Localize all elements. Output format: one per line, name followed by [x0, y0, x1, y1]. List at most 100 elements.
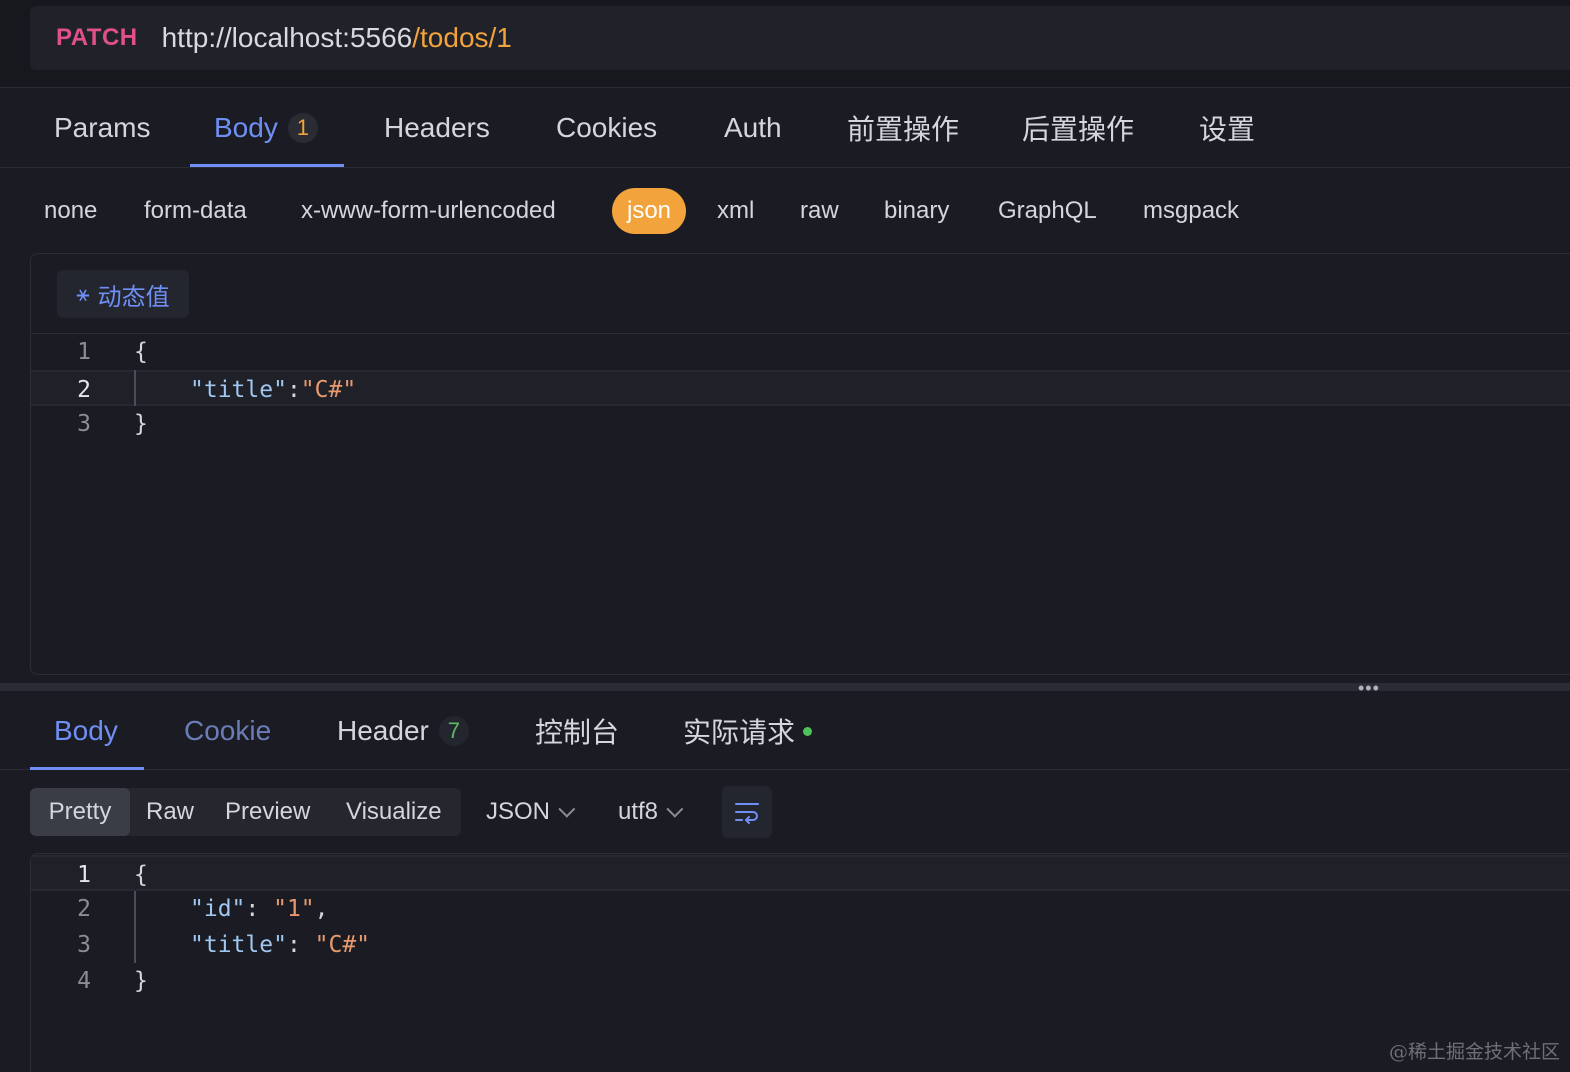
- active-tab-indicator: [30, 767, 144, 770]
- tab-label: Auth: [724, 112, 782, 143]
- count-badge: 7: [438, 716, 469, 746]
- body-type-urlencoded[interactable]: x-www-form-urlencoded: [301, 188, 556, 234]
- line-number: 3: [77, 932, 91, 958]
- line-number: 1: [77, 339, 91, 365]
- code-area[interactable]: 1 { 2 "title":"C#" 3 }: [31, 334, 1570, 442]
- tab-cookies[interactable]: Cookies: [556, 88, 657, 168]
- line-number: 2: [77, 896, 91, 922]
- code-line: 2 "id": "1",: [31, 891, 1570, 927]
- view-mode-raw[interactable]: Raw: [146, 788, 194, 836]
- url-base: http://localhost:5566: [161, 22, 413, 53]
- body-type-binary[interactable]: binary: [884, 188, 949, 234]
- json-value: "C#": [314, 932, 371, 958]
- code-line: 3 }: [31, 406, 1570, 442]
- tab-label: 前置操作: [847, 114, 960, 145]
- tab-response-header[interactable]: Header 7: [337, 692, 469, 770]
- code-text: }: [134, 411, 148, 437]
- tab-label: 设置: [1199, 114, 1256, 145]
- tab-auth[interactable]: Auth: [724, 88, 782, 168]
- json-key: "id": [190, 896, 246, 922]
- dynamic-value-button[interactable]: ⚹ 动态值: [57, 270, 189, 318]
- line-number: 2: [77, 377, 91, 403]
- tab-label: Params: [54, 112, 151, 143]
- tab-response-body[interactable]: Body: [54, 692, 118, 770]
- tab-settings[interactable]: 设置: [1199, 88, 1255, 168]
- body-type-json[interactable]: json: [612, 188, 687, 234]
- code-text: "id": "1",: [190, 891, 329, 927]
- tab-label: 实际请求: [683, 717, 796, 748]
- code-line-current: 2 "title":"C#": [31, 370, 1570, 406]
- body-type-form-data[interactable]: form-data: [144, 188, 247, 234]
- request-tabs: Params Body 1 Headers Cookies Auth 前置操作 后…: [0, 88, 1570, 168]
- code-text: "title": "C#": [190, 927, 370, 963]
- tab-label: Cookies: [556, 112, 658, 143]
- tab-actual-request[interactable]: 实际请求: [683, 692, 813, 770]
- word-wrap-button[interactable]: [722, 786, 772, 838]
- body-type-xml[interactable]: xml: [717, 188, 754, 234]
- tab-label: Headers: [384, 112, 490, 143]
- json-key: "title": [190, 932, 287, 958]
- line-number: 4: [77, 968, 91, 994]
- body-type-graphql[interactable]: GraphQL: [998, 188, 1097, 234]
- line-number: 3: [77, 411, 91, 437]
- tab-headers[interactable]: Headers: [384, 88, 490, 168]
- format-dropdown[interactable]: JSON: [486, 788, 576, 836]
- body-type-raw[interactable]: raw: [800, 188, 839, 234]
- line-number: 1: [77, 862, 91, 888]
- tab-pre-request[interactable]: 前置操作: [847, 88, 959, 168]
- api-client-window: PATCH http://localhost:5566/todos/1 Para…: [0, 0, 1570, 1072]
- json-colon: :: [245, 896, 274, 922]
- response-body-viewer[interactable]: 1 { 2 "id": "1", 3 "title": "C#" 4 }: [30, 853, 1570, 1072]
- tab-label: Cookie: [184, 715, 272, 746]
- body-type-selector: none form-data x-www-form-urlencoded jso…: [0, 188, 1570, 234]
- chevron-down-icon: [558, 800, 576, 818]
- json-colon: :: [286, 377, 301, 403]
- url-section: PATCH http://localhost:5566/todos/1: [0, 0, 1570, 88]
- format-label: JSON: [486, 798, 551, 825]
- body-type-msgpack[interactable]: msgpack: [1143, 188, 1239, 234]
- tab-post-request[interactable]: 后置操作: [1022, 88, 1134, 168]
- panel-resize-handle[interactable]: [0, 683, 1570, 691]
- word-wrap-icon: [735, 803, 759, 824]
- json-comma: ,: [314, 896, 329, 922]
- code-text: {: [134, 862, 148, 888]
- request-body-editor[interactable]: ⚹ 动态值 1 { 2 "title":"C#" 3 }: [30, 253, 1570, 675]
- url-path: /todos/1: [412, 22, 512, 53]
- active-tab-indicator: [190, 164, 344, 167]
- watermark: @稀土掘金技术社区: [1388, 1041, 1560, 1063]
- encoding-dropdown[interactable]: utf8: [618, 788, 684, 836]
- url-field[interactable]: http://localhost:5566/todos/1: [162, 22, 512, 54]
- view-mode-visualize[interactable]: Visualize: [346, 788, 442, 836]
- tab-body[interactable]: Body 1: [214, 88, 318, 168]
- code-line: 1 {: [31, 334, 1570, 370]
- tab-label: Header: [337, 715, 429, 746]
- code-text: {: [134, 339, 148, 365]
- count-badge: 1: [287, 113, 318, 143]
- body-type-none[interactable]: none: [44, 188, 97, 234]
- indent-guide: [134, 891, 136, 963]
- tab-response-cookie[interactable]: Cookie: [184, 692, 271, 770]
- code-text: "title":"C#": [190, 372, 356, 408]
- url-bar[interactable]: PATCH http://localhost:5566/todos/1: [30, 6, 1570, 70]
- tab-console[interactable]: 控制台: [535, 692, 619, 770]
- response-tabs: Body Cookie Header 7 控制台 实际请求: [0, 692, 1570, 770]
- json-value: "C#": [300, 377, 357, 403]
- chevron-down-icon: [666, 800, 684, 818]
- indent-guide: [134, 370, 136, 406]
- tab-params[interactable]: Params: [54, 88, 150, 168]
- json-key: "title": [190, 377, 287, 403]
- code-area: 1 { 2 "id": "1", 3 "title": "C#" 4 }: [31, 855, 1570, 999]
- encoding-label: utf8: [618, 798, 659, 825]
- view-mode-preview[interactable]: Preview: [225, 788, 310, 836]
- code-text: }: [134, 968, 148, 994]
- tab-label: Body: [54, 715, 118, 746]
- http-method[interactable]: PATCH: [56, 24, 138, 52]
- view-mode-pretty[interactable]: Pretty: [30, 788, 130, 836]
- code-line-current: 1 {: [31, 855, 1570, 891]
- json-value: "1": [273, 896, 315, 922]
- status-dot: [803, 726, 813, 736]
- view-mode-toggle: Pretty Raw Preview Visualize: [30, 788, 461, 836]
- tab-label: 控制台: [535, 717, 620, 748]
- dynamic-value-label: 动态值: [97, 283, 170, 311]
- tab-label: 后置操作: [1022, 114, 1135, 145]
